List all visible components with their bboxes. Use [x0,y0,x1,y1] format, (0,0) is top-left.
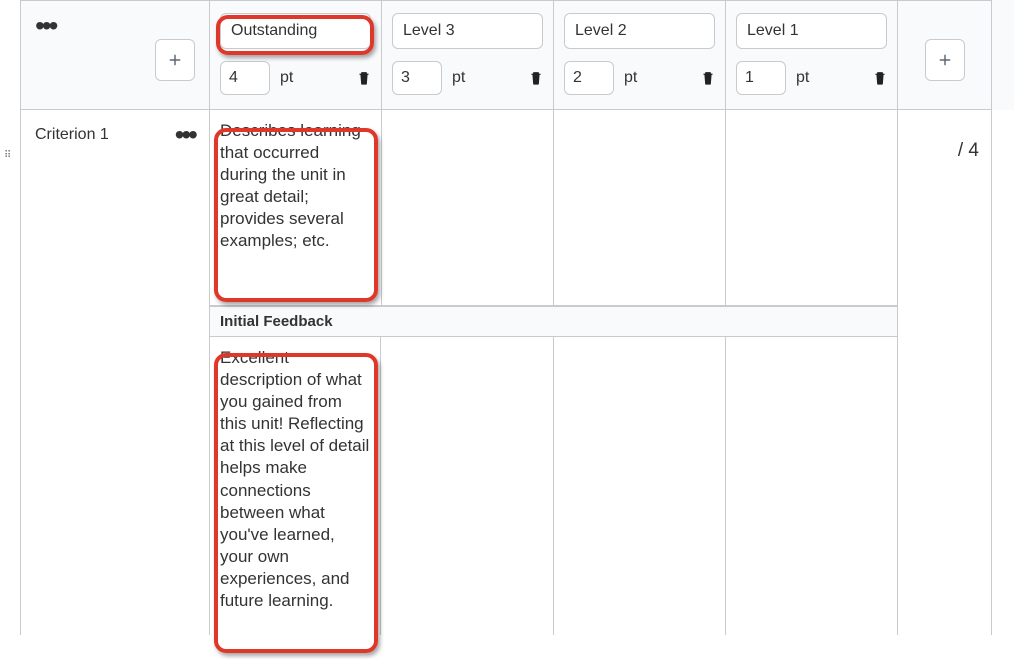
add-level-left-button[interactable] [155,39,195,81]
criterion-score-cell: / 4 [897,110,992,635]
level-header-level2: pt [553,0,725,110]
level-points-input[interactable] [392,61,442,95]
level-header-level1: pt [725,0,897,110]
feedback-cell-outstanding[interactable]: Excellent description of what you gained… [209,337,381,635]
feedback-cell-level2[interactable] [553,337,725,635]
level-name-input[interactable] [392,13,543,49]
level-points-input[interactable] [220,61,270,95]
points-unit-label: pt [452,69,465,87]
feedback-text [564,347,715,625]
rubric-table: ••• pt pt [20,0,1014,635]
criterion-max-points: / 4 [958,140,979,161]
criterion-row: Criterion 1 ••• Describes learning that … [20,110,1014,635]
level-header-outstanding: pt [209,0,381,110]
description-cell-level2[interactable] [553,110,725,306]
description-cell-level3[interactable] [381,110,553,306]
delete-level-icon[interactable] [871,69,887,87]
description-cell-level1[interactable] [725,110,897,306]
feedback-text [736,347,887,625]
delete-level-icon[interactable] [355,69,371,87]
points-unit-label: pt [624,69,637,87]
description-cell-outstanding[interactable]: Describes learning that occurred during … [209,110,381,306]
add-level-right-button[interactable] [925,39,965,81]
more-actions-icon[interactable]: ••• [35,17,55,29]
feedback-section-header: Initial Feedback [209,306,897,337]
level-name-input[interactable] [736,13,887,49]
criterion-label-cell: Criterion 1 ••• [20,110,209,635]
level-name-input[interactable] [564,13,715,49]
level-points-input[interactable] [736,61,786,95]
delete-level-icon[interactable] [699,69,715,87]
level-points-input[interactable] [564,61,614,95]
rubric-header-row: ••• pt pt [20,0,1014,110]
feedback-cell-level3[interactable] [381,337,553,635]
description-text: Describes learning that occurred during … [220,120,371,253]
criterion-body-stack: Describes learning that occurred during … [209,110,897,635]
criterion-label: Criterion 1 [35,126,109,144]
feedback-cell-level1[interactable] [725,337,897,635]
level-name-input[interactable] [220,13,371,49]
header-actions-cell: ••• [20,0,209,110]
points-unit-label: pt [796,69,809,87]
header-add-right-cell [897,0,992,110]
feedback-text: Excellent description of what you gained… [220,347,370,625]
drag-handle-icon[interactable]: ⠿ [4,150,18,161]
delete-level-icon[interactable] [527,69,543,87]
level-header-level3: pt [381,0,553,110]
criterion-more-icon[interactable]: ••• [175,126,195,138]
feedback-text [391,347,543,625]
points-unit-label: pt [280,69,293,87]
